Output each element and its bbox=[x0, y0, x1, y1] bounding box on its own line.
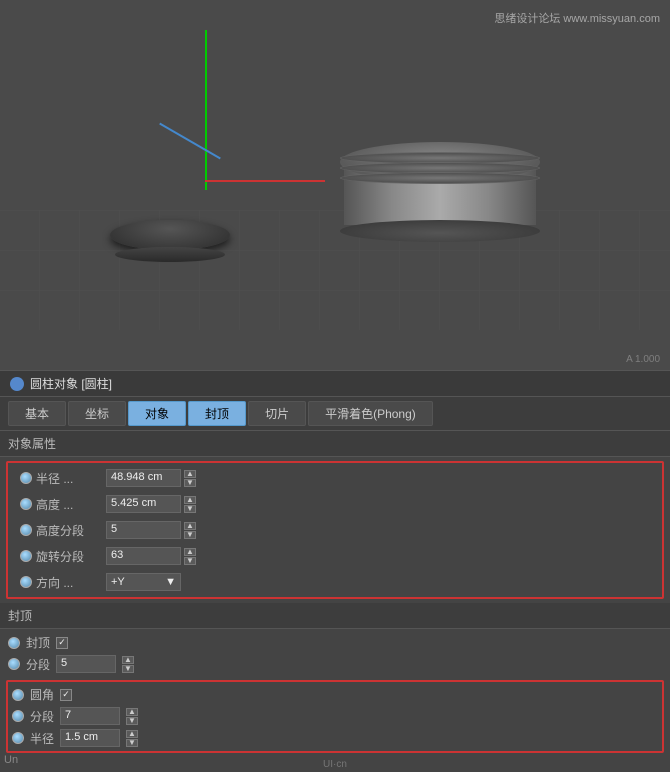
cap-seg-radio[interactable] bbox=[8, 658, 20, 670]
cap-seg-spinner[interactable]: ▲ ▼ bbox=[122, 656, 134, 673]
radius-radio[interactable] bbox=[20, 472, 32, 484]
3d-viewport[interactable]: 思绪设计论坛 www.missyuan.com A 1.000 bbox=[0, 0, 670, 370]
tab-basic[interactable]: 基本 bbox=[8, 401, 66, 426]
height-radio[interactable] bbox=[20, 498, 32, 510]
height-seg-input[interactable]: 5 bbox=[106, 521, 181, 539]
fillet-radius-down[interactable]: ▼ bbox=[126, 739, 138, 747]
cylinder-icon bbox=[10, 377, 24, 391]
cap-top-checkbox[interactable]: ✓ bbox=[56, 637, 68, 649]
flat-disk-object bbox=[110, 220, 230, 250]
fillet-radius-spinner[interactable]: ▲ ▼ bbox=[126, 730, 138, 747]
object-title: 圆柱对象 [圆柱] bbox=[30, 375, 112, 392]
title-bar: 圆柱对象 [圆柱] bbox=[0, 371, 670, 397]
direction-radio[interactable] bbox=[20, 576, 32, 588]
cap-section: 封顶 ✓ 分段 5 ▲ ▼ bbox=[0, 629, 670, 678]
rot-seg-down[interactable]: ▼ bbox=[184, 557, 196, 565]
rot-seg-label: 旋转分段 bbox=[36, 548, 106, 565]
cap-top-row: 封顶 ✓ bbox=[8, 632, 662, 653]
cap-seg-label: 分段 bbox=[26, 656, 50, 673]
fillet-seg-input[interactable]: 7 bbox=[60, 707, 120, 725]
axis-z bbox=[159, 123, 221, 160]
height-down[interactable]: ▼ bbox=[184, 505, 196, 513]
height-seg-radio[interactable] bbox=[20, 524, 32, 536]
fillet-checkbox[interactable]: ✓ bbox=[60, 689, 72, 701]
grid-floor bbox=[0, 210, 670, 330]
rot-seg-input[interactable]: 63 bbox=[106, 547, 181, 565]
fillet-seg-spinner[interactable]: ▲ ▼ bbox=[126, 708, 138, 725]
rot-seg-spinner[interactable]: ▲ ▼ bbox=[184, 548, 196, 565]
cap-seg-row: 分段 5 ▲ ▼ bbox=[8, 653, 662, 675]
height-seg-row: 高度分段 5 ▲ ▼ bbox=[12, 517, 658, 543]
fillet-seg-up[interactable]: ▲ bbox=[126, 708, 138, 716]
fillet-radius-label: 半径 bbox=[30, 730, 54, 747]
tab-cap[interactable]: 封顶 bbox=[188, 401, 246, 426]
radius-up[interactable]: ▲ bbox=[184, 470, 196, 478]
height-seg-spinner[interactable]: ▲ ▼ bbox=[184, 522, 196, 539]
watermark2: UI·cn bbox=[0, 757, 670, 772]
properties-panel: 圆柱对象 [圆柱] 基本 坐标 对象 封顶 切片 平滑着色(Phong) 对象属… bbox=[0, 370, 670, 772]
fillet-radio[interactable] bbox=[12, 689, 24, 701]
axis-y bbox=[205, 30, 207, 190]
fillet-seg-radio[interactable] bbox=[12, 710, 24, 722]
corner-label: A 1.000 bbox=[626, 354, 660, 365]
direction-label: 方向 ... bbox=[36, 574, 106, 591]
height-input[interactable]: 5.425 cm bbox=[106, 495, 181, 513]
cylinder-object bbox=[340, 142, 540, 242]
cap-top-label: 封顶 bbox=[26, 634, 50, 651]
direction-dropdown[interactable]: +Y ▼ bbox=[106, 573, 181, 591]
radius-row: 半径 ... 48.948 cm ▲ ▼ bbox=[12, 465, 658, 491]
height-up[interactable]: ▲ bbox=[184, 496, 196, 504]
object-properties-title: 对象属性 bbox=[0, 431, 670, 457]
height-label: 高度 ... bbox=[36, 496, 106, 513]
cap-seg-input[interactable]: 5 bbox=[56, 655, 116, 673]
watermark: 思绪设计论坛 www.missyuan.com bbox=[494, 10, 660, 26]
tab-phong[interactable]: 平滑着色(Phong) bbox=[308, 401, 433, 426]
radius-down[interactable]: ▼ bbox=[184, 479, 196, 487]
cap-seg-up[interactable]: ▲ bbox=[122, 656, 134, 664]
height-seg-up[interactable]: ▲ bbox=[184, 522, 196, 530]
radius-label: 半径 ... bbox=[36, 470, 106, 487]
cap-seg-down[interactable]: ▼ bbox=[122, 665, 134, 673]
fillet-box: 圆角 ✓ 分段 7 ▲ ▼ 半径 1.5 cm ▲ ▼ bbox=[6, 680, 664, 753]
height-spinner[interactable]: ▲ ▼ bbox=[184, 496, 196, 513]
tabs-row: 基本 坐标 对象 封顶 切片 平滑着色(Phong) bbox=[0, 397, 670, 431]
radius-input[interactable]: 48.948 cm bbox=[106, 469, 181, 487]
height-row: 高度 ... 5.425 cm ▲ ▼ bbox=[12, 491, 658, 517]
fillet-label: 圆角 bbox=[30, 686, 54, 703]
radius-spinner[interactable]: ▲ ▼ bbox=[184, 470, 196, 487]
undo-text: Un bbox=[4, 754, 18, 766]
dropdown-arrow: ▼ bbox=[165, 576, 176, 588]
height-seg-down[interactable]: ▼ bbox=[184, 531, 196, 539]
axis-x bbox=[205, 180, 325, 182]
cylinder-bottom bbox=[340, 220, 540, 242]
tab-coords[interactable]: 坐标 bbox=[68, 401, 126, 426]
cap-section-title: 封顶 bbox=[0, 603, 670, 629]
fillet-radius-row: 半径 1.5 cm ▲ ▼ bbox=[12, 727, 658, 749]
direction-value: +Y bbox=[111, 576, 125, 588]
fillet-row: 圆角 ✓ bbox=[12, 684, 658, 705]
fillet-radius-radio[interactable] bbox=[12, 732, 24, 744]
tab-slice[interactable]: 切片 bbox=[248, 401, 306, 426]
cap-top-radio[interactable] bbox=[8, 637, 20, 649]
tab-object[interactable]: 对象 bbox=[128, 401, 186, 426]
fillet-radius-up[interactable]: ▲ bbox=[126, 730, 138, 738]
fillet-radius-input[interactable]: 1.5 cm bbox=[60, 729, 120, 747]
height-seg-label: 高度分段 bbox=[36, 522, 106, 539]
rot-seg-row: 旋转分段 63 ▲ ▼ bbox=[12, 543, 658, 569]
fillet-seg-row: 分段 7 ▲ ▼ bbox=[12, 705, 658, 727]
object-properties-box: 半径 ... 48.948 cm ▲ ▼ 高度 ... 5.425 cm ▲ bbox=[6, 461, 664, 599]
rot-seg-radio[interactable] bbox=[20, 550, 32, 562]
thread-ring-3 bbox=[340, 172, 540, 184]
fillet-seg-down[interactable]: ▼ bbox=[126, 717, 138, 725]
fillet-seg-label: 分段 bbox=[30, 708, 54, 725]
rot-seg-up[interactable]: ▲ bbox=[184, 548, 196, 556]
direction-row: 方向 ... +Y ▼ bbox=[12, 569, 658, 595]
